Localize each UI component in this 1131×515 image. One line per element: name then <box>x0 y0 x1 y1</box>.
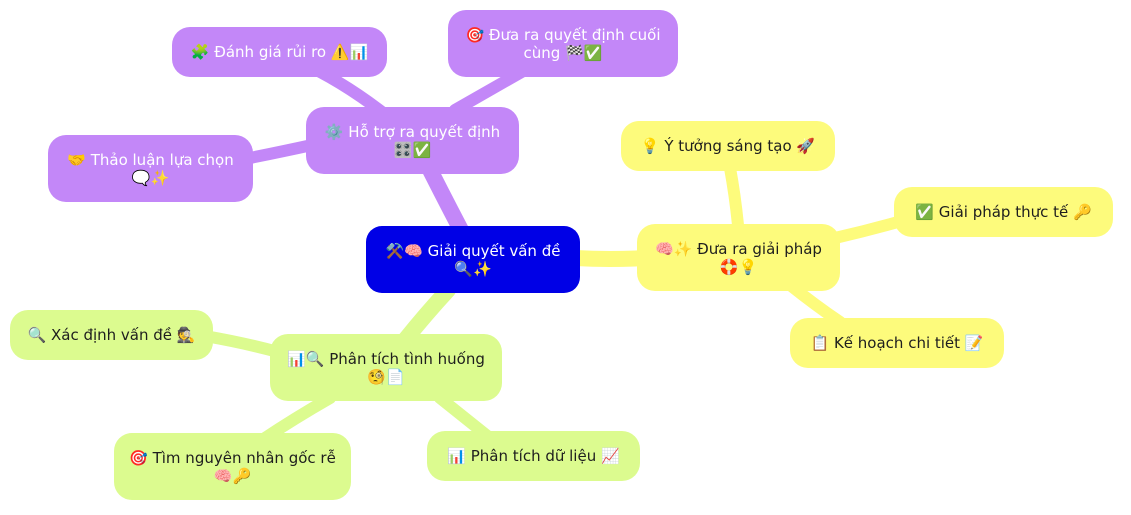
node-situation-analysis-label: 📊🔍 Phân tích tình huống 🧐📄 <box>287 349 485 386</box>
node-data-analysis[interactable]: 📊 Phân tích dữ liệu 📈 <box>427 431 640 481</box>
node-root-cause-label: 🎯 Tìm nguyên nhân gốc rễ 🧠🔑 <box>129 448 336 485</box>
root-node-label: ⚒️🧠 Giải quyết vấn đề 🔍✨ <box>385 241 561 278</box>
node-detailed-plan-label: 📋 Kế hoạch chi tiết 📝 <box>810 334 984 352</box>
node-decision-support[interactable]: ⚙️ Hỗ trợ ra quyết định 🎛️✅ <box>306 107 519 174</box>
connector-root-analysis <box>397 282 456 348</box>
node-final-decision[interactable]: 🎯 Đưa ra quyết định cuối cùng 🏁✅ <box>448 10 678 77</box>
node-final-decision-label: 🎯 Đưa ra quyết định cuối cùng 🏁✅ <box>465 25 661 62</box>
connector-root-solution <box>567 250 653 267</box>
connector-solution-idea <box>724 162 744 231</box>
node-situation-analysis[interactable]: 📊🔍 Phân tích tình huống 🧐📄 <box>270 334 502 401</box>
node-decision-support-label: ⚙️ Hỗ trợ ra quyết định 🎛️✅ <box>324 122 501 159</box>
node-offer-solution[interactable]: 🧠✨ Đưa ra giải pháp 🛟💡 <box>637 224 840 291</box>
node-identify-problem-label: 🔍 Xác định vấn đề 🕵️ <box>27 326 196 344</box>
node-creative-idea[interactable]: 💡 Ý tưởng sáng tạo 🚀 <box>621 121 835 171</box>
node-risk-assessment[interactable]: 🧩 Đánh giá rủi ro ⚠️📊 <box>172 27 387 77</box>
node-risk-assessment-label: 🧩 Đánh giá rủi ro ⚠️📊 <box>190 43 369 61</box>
node-creative-idea-label: 💡 Ý tưởng sáng tạo 🚀 <box>640 137 816 155</box>
connector-analysis-identify <box>199 330 284 358</box>
root-node-problem-solving[interactable]: ⚒️🧠 Giải quyết vấn đề 🔍✨ <box>366 226 580 293</box>
node-data-analysis-label: 📊 Phân tích dữ liệu 📈 <box>447 447 620 465</box>
node-discuss-options-label: 🤝 Thảo luận lựa chọn 🗨️✨ <box>67 150 234 187</box>
node-practical-solution-label: ✅ Giải pháp thực tế 🔑 <box>915 203 1092 221</box>
node-practical-solution[interactable]: ✅ Giải pháp thực tế 🔑 <box>894 187 1113 237</box>
node-root-cause[interactable]: 🎯 Tìm nguyên nhân gốc rễ 🧠🔑 <box>114 433 351 500</box>
node-discuss-options[interactable]: 🤝 Thảo luận lựa chọn 🗨️✨ <box>48 135 253 202</box>
node-detailed-plan[interactable]: 📋 Kế hoạch chi tiết 📝 <box>790 318 1004 368</box>
node-offer-solution-label: 🧠✨ Đưa ra giải pháp 🛟💡 <box>655 239 822 276</box>
node-identify-problem[interactable]: 🔍 Xác định vấn đề 🕵️ <box>10 310 213 360</box>
